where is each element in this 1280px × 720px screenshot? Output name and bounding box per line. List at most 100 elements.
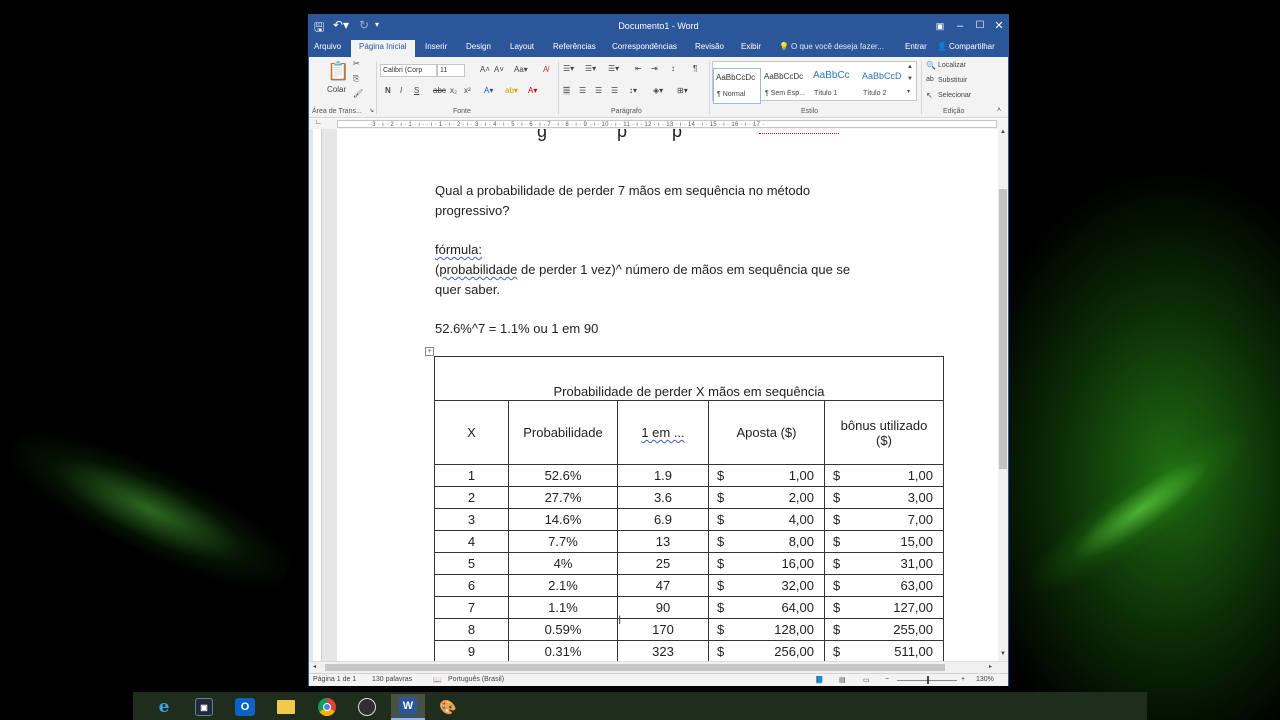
minimize-icon[interactable]: –	[951, 17, 969, 35]
web-layout-icon[interactable]: ▭	[863, 676, 870, 684]
horizontal-scrollbar[interactable]: ◂ ▸	[309, 661, 1008, 673]
underline-icon[interactable]: S	[414, 86, 419, 95]
tab-design[interactable]: Design	[466, 42, 491, 51]
cell-probabilidade: 0.59%	[508, 618, 618, 641]
sort-icon[interactable]: ↕	[671, 64, 675, 73]
shrink-font-icon[interactable]: A˅	[494, 65, 504, 74]
obs-icon[interactable]	[350, 694, 384, 720]
superscript-icon[interactable]: x²	[464, 86, 471, 95]
tab-inserir[interactable]: Inserir	[425, 42, 447, 51]
style-titulo-2[interactable]: AaBbCcD Título 2	[860, 68, 904, 104]
clipboard-launcher-icon[interactable]: ↘	[369, 107, 374, 114]
vertical-scrollbar[interactable]: ▲ ▼	[998, 129, 1008, 661]
share-button[interactable]: Compartilhar	[949, 42, 995, 51]
collapse-ribbon-icon[interactable]: ˄	[997, 107, 1001, 114]
tab-pagina-inicial[interactable]: Página Inicial	[351, 40, 415, 57]
styles-scroll-down-icon[interactable]: ▼	[907, 76, 913, 82]
styles-more-icon[interactable]: ▾	[907, 88, 910, 95]
replace-button[interactable]: Substituir	[938, 77, 967, 84]
scroll-up-icon[interactable]: ▲	[1000, 129, 1006, 135]
zoom-level[interactable]: 130%	[976, 676, 994, 683]
tab-selector-icon[interactable]: ∟	[315, 119, 322, 126]
style-normal[interactable]: AaBbCcDc ¶ Normal	[713, 68, 761, 104]
style-sem-espacamento[interactable]: AaBbCcDc ¶ Sem Esp...	[762, 68, 810, 104]
align-right-icon[interactable]: ☰	[595, 86, 602, 95]
increase-indent-icon[interactable]: ⇥	[651, 64, 658, 73]
tab-arquivo[interactable]: Arquivo	[314, 42, 341, 51]
paste-icon[interactable]: 📋	[327, 61, 349, 82]
justify-icon[interactable]: ☰	[611, 86, 618, 95]
decrease-indent-icon[interactable]: ⇤	[635, 64, 642, 73]
bold-icon[interactable]: N	[385, 86, 391, 95]
scroll-left-icon[interactable]: ◂	[313, 663, 316, 670]
paint-icon[interactable]: 🎨	[431, 694, 465, 720]
styles-scroll-up-icon[interactable]: ▲	[907, 64, 913, 70]
outlook-icon[interactable]: O	[228, 694, 262, 720]
pilcrow-icon[interactable]: ¶	[693, 64, 697, 73]
grow-font-icon[interactable]: A˄	[480, 65, 490, 74]
find-button[interactable]: Localizar	[938, 62, 966, 69]
line-spacing-icon[interactable]: ↕▾	[629, 86, 637, 95]
change-case-icon[interactable]: Aa▾	[514, 65, 528, 74]
select-icon[interactable]: ↖	[926, 91, 933, 100]
vertical-scroll-thumb[interactable]	[999, 189, 1007, 469]
italic-icon[interactable]: I	[400, 86, 402, 95]
strikethrough-icon[interactable]: abc	[433, 86, 446, 95]
font-size-box[interactable]: 11	[437, 64, 465, 77]
currency-symbol: $	[717, 644, 725, 659]
borders-icon[interactable]: ⊞▾	[677, 86, 688, 95]
align-left-icon[interactable]: ☰	[563, 86, 571, 95]
read-mode-icon[interactable]: 📘	[815, 676, 824, 684]
tell-me-box[interactable]: O que você deseja fazer...	[791, 42, 884, 51]
clear-format-icon[interactable]: A̸	[543, 65, 548, 74]
font-name-box[interactable]: Calibri (Corp	[380, 64, 437, 77]
shading-icon[interactable]: ◈▾	[653, 86, 663, 95]
word-count[interactable]: 130 palavras	[372, 676, 412, 683]
numbering-icon[interactable]: ☰▾	[585, 64, 596, 73]
ribbon-display-icon[interactable]: ▣	[931, 17, 949, 35]
tab-correspondencias[interactable]: Correspondências	[612, 42, 677, 51]
copy-icon[interactable]: ⎘	[353, 74, 359, 84]
format-painter-icon[interactable]: 🖌	[353, 89, 363, 98]
close-icon[interactable]: ✕	[990, 17, 1008, 35]
print-layout-icon[interactable]: ▤	[839, 676, 846, 684]
scroll-right-icon[interactable]: ▸	[989, 663, 992, 670]
bullets-icon[interactable]: ☰▾	[563, 64, 574, 73]
highlight-icon[interactable]: ab▾	[505, 86, 518, 95]
cut-icon[interactable]: ✂	[353, 59, 360, 68]
chrome-icon[interactable]	[310, 694, 344, 720]
proofing-icon[interactable]: 📖	[433, 676, 442, 684]
multilevel-list-icon[interactable]: ☰▾	[608, 64, 619, 73]
zoom-in-icon[interactable]: +	[961, 676, 965, 683]
subscript-icon[interactable]: x₂	[450, 86, 457, 95]
document-page[interactable]: g p p Qual a probabilidade de perder 7 m…	[337, 129, 999, 661]
cell-x: 1	[434, 464, 509, 487]
style-titulo-1[interactable]: AaBbCc Título 1	[811, 68, 859, 104]
tab-revisao[interactable]: Revisão	[695, 42, 724, 51]
paste-label[interactable]: Colar	[327, 85, 346, 94]
maximize-icon[interactable]: ☐	[971, 17, 989, 35]
signin-link[interactable]: Entrar	[905, 42, 927, 51]
file-explorer-icon[interactable]	[269, 694, 303, 720]
table-row: 5 4% 25 $16,00 $31,00	[434, 552, 944, 575]
tab-layout[interactable]: Layout	[510, 42, 534, 51]
zoom-slider-thumb[interactable]	[927, 676, 929, 684]
font-color-icon[interactable]: A▾	[528, 86, 537, 95]
tab-exibir[interactable]: Exibir	[741, 42, 761, 51]
horizontal-ruler[interactable]: ∟ · 3 · ı · 2 · ı · 1 · ı · · ı · 1 · ı …	[309, 119, 1008, 129]
text-effects-icon[interactable]: A▾	[484, 86, 493, 95]
page-count[interactable]: Página 1 de 1	[313, 676, 356, 683]
align-center-icon[interactable]: ☰	[579, 86, 586, 95]
select-button[interactable]: Selecionar	[938, 92, 971, 99]
table-move-handle-icon[interactable]: +	[425, 347, 434, 356]
replace-icon[interactable]: ab	[926, 76, 934, 83]
scroll-down-icon[interactable]: ▼	[1000, 651, 1006, 657]
word-icon[interactable]: W	[391, 694, 425, 720]
horizontal-scroll-thumb[interactable]	[325, 664, 945, 671]
find-icon[interactable]: 🔍	[926, 61, 936, 70]
zoom-out-icon[interactable]: −	[885, 676, 889, 683]
language[interactable]: Português (Brasil)	[448, 676, 504, 683]
internet-explorer-icon[interactable]: e	[147, 694, 181, 720]
tab-referencias[interactable]: Referências	[553, 42, 596, 51]
terminal-icon[interactable]: ▣	[187, 694, 221, 720]
